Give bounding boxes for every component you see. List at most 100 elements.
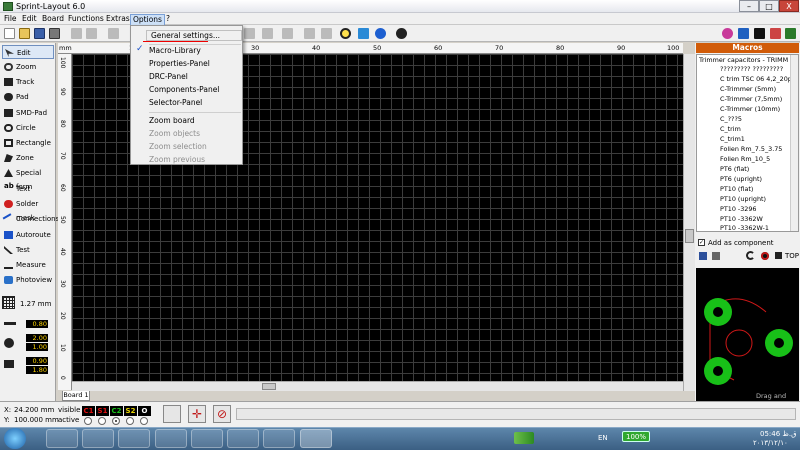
component-icon[interactable]: [396, 28, 407, 39]
tool-zoom[interactable]: Zoom: [2, 60, 54, 74]
tree-root[interactable]: Trimmer capacitors - TRIMM: [699, 56, 788, 64]
group-icon[interactable]: [304, 28, 315, 39]
layer-s1[interactable]: S1: [96, 406, 109, 416]
tool-smd-pad[interactable]: SMD-Pad: [2, 106, 54, 120]
menu-extras[interactable]: Extras: [104, 14, 132, 24]
maximize-button[interactable]: □: [759, 0, 779, 12]
radio-s1[interactable]: [98, 417, 106, 425]
panel-icon[interactable]: [770, 28, 781, 39]
macro-item[interactable]: C-Trimmer (10mm): [720, 105, 780, 113]
macro-item[interactable]: ????????? ?????????: [720, 65, 783, 73]
align-icon[interactable]: [282, 28, 293, 39]
menu-edit[interactable]: Edit: [20, 14, 39, 24]
clock-time[interactable]: 05:46 ق.ظ: [760, 430, 797, 438]
battery-indicator[interactable]: 100%: [622, 431, 650, 442]
tool-measure[interactable]: Measure: [2, 258, 54, 272]
taskbar-media-player[interactable]: [82, 429, 114, 448]
cut-icon[interactable]: [108, 28, 119, 39]
macro-item[interactable]: C_trim: [720, 125, 741, 133]
grid-icon[interactable]: [2, 296, 15, 309]
macro-tree[interactable]: Trimmer capacitors - TRIMM ????????? ???…: [696, 54, 799, 232]
macro-item[interactable]: Folien Rm_10_5: [720, 155, 770, 163]
taskbar-app[interactable]: [191, 429, 223, 448]
tool-test[interactable]: Test: [2, 243, 54, 257]
radio-c2[interactable]: [112, 417, 120, 425]
add-component-checkbox[interactable]: ✓: [698, 239, 705, 246]
crosshair-icon[interactable]: ✛: [188, 405, 206, 423]
macro-tree-scrollbar[interactable]: [790, 55, 798, 231]
macro-item[interactable]: C-Trimmer (7,5mm): [720, 95, 782, 103]
tool-edit[interactable]: Edit: [2, 45, 54, 59]
macro-item[interactable]: C_???5: [720, 115, 742, 123]
scroll-thumb[interactable]: [262, 383, 276, 390]
taskbar-explorer[interactable]: [46, 429, 78, 448]
save-icon[interactable]: [34, 28, 45, 39]
layer-o[interactable]: O: [138, 406, 151, 416]
macro-item[interactable]: PT10 -3296: [720, 205, 757, 213]
menu-functions[interactable]: Functions: [66, 14, 106, 24]
tool-connections[interactable]: Connections: [2, 212, 59, 226]
macro-item[interactable]: Folien Rm_7.5_3.75: [720, 145, 782, 153]
start-button[interactable]: [4, 428, 26, 449]
smd-height-value[interactable]: 1.80: [26, 366, 48, 374]
close-button[interactable]: X: [779, 0, 799, 12]
menu-selector-panel[interactable]: Selector-Panel: [149, 97, 202, 108]
tool-zone[interactable]: Zone: [2, 151, 54, 165]
tool-circle[interactable]: Circle: [2, 121, 54, 135]
smd-width-value[interactable]: 0.90: [26, 357, 48, 365]
taskbar-sprint-layout[interactable]: [300, 429, 332, 448]
no-connection-icon[interactable]: ⊘: [213, 405, 231, 423]
layer-swap-icon[interactable]: [163, 405, 181, 423]
tool-autoroute[interactable]: Autoroute: [2, 228, 54, 242]
network-icon[interactable]: [514, 432, 534, 444]
menu-macro-library[interactable]: Macro-Library: [149, 45, 201, 56]
taskbar-internet-explorer[interactable]: [118, 429, 150, 448]
macro-item[interactable]: PT10 (upright): [720, 195, 766, 203]
pad-outer-value[interactable]: 2.00: [26, 334, 48, 342]
macro-item[interactable]: C_trim1: [720, 135, 745, 143]
clock-date[interactable]: ۲۰۱۳/۱۲/۱۰: [753, 439, 788, 447]
layer-c1[interactable]: C1: [82, 406, 95, 416]
new-file-icon[interactable]: [4, 28, 15, 39]
menu-general-settings[interactable]: General settings...: [151, 30, 220, 41]
scroll-thumb[interactable]: [685, 229, 694, 243]
select-icon[interactable]: [358, 28, 369, 39]
grid-size[interactable]: 1.27 mm: [20, 300, 51, 308]
menu-zoom-board[interactable]: Zoom board: [149, 115, 195, 126]
macro-item[interactable]: C-Trimmer (5mm): [720, 85, 776, 93]
open-folder-icon[interactable]: [19, 28, 30, 39]
macro-toggle-icon[interactable]: [785, 28, 796, 39]
color-icon[interactable]: [722, 28, 733, 39]
taskbar-app[interactable]: [227, 429, 259, 448]
tool-solder-mask[interactable]: Solder mask: [2, 197, 54, 222]
radio-c1[interactable]: [84, 417, 92, 425]
menu-components-panel[interactable]: Components-Panel: [149, 84, 219, 95]
macro-item[interactable]: C trim TSC 06 4,2_20pF: [720, 75, 796, 83]
undo-icon[interactable]: [71, 28, 82, 39]
taskbar-firefox[interactable]: [155, 429, 187, 448]
menu-help[interactable]: ?: [164, 14, 172, 24]
macro-item[interactable]: PT10 (flat): [720, 185, 753, 193]
pad-inner-value[interactable]: 1.00: [26, 343, 48, 351]
horizontal-scrollbar[interactable]: [72, 381, 683, 391]
tool-pad[interactable]: Pad: [2, 90, 54, 104]
taskbar-app[interactable]: [263, 429, 295, 448]
light-icon[interactable]: [262, 28, 273, 39]
tool-photoview[interactable]: Photoview: [2, 273, 54, 287]
view-icon[interactable]: [761, 252, 769, 260]
delete-icon[interactable]: [712, 252, 720, 260]
rotate-icon[interactable]: [244, 28, 255, 39]
radio-o[interactable]: [140, 417, 148, 425]
menu-board[interactable]: Board: [40, 14, 66, 24]
info-icon[interactable]: [375, 28, 386, 39]
rotate-icon[interactable]: [746, 251, 755, 260]
menu-drc-panel[interactable]: DRC-Panel: [149, 71, 188, 82]
tool-rectangle[interactable]: Rectangle: [2, 136, 54, 150]
menu-properties-panel[interactable]: Properties-Panel: [149, 58, 210, 69]
macro-item[interactable]: PT6 (flat): [720, 165, 749, 173]
macro-item[interactable]: PT10 -3362W: [720, 215, 763, 223]
tool-track[interactable]: Track: [2, 75, 54, 89]
zoom-icon[interactable]: [340, 28, 351, 39]
radio-s2[interactable]: [126, 417, 134, 425]
drc-icon[interactable]: [754, 28, 765, 39]
